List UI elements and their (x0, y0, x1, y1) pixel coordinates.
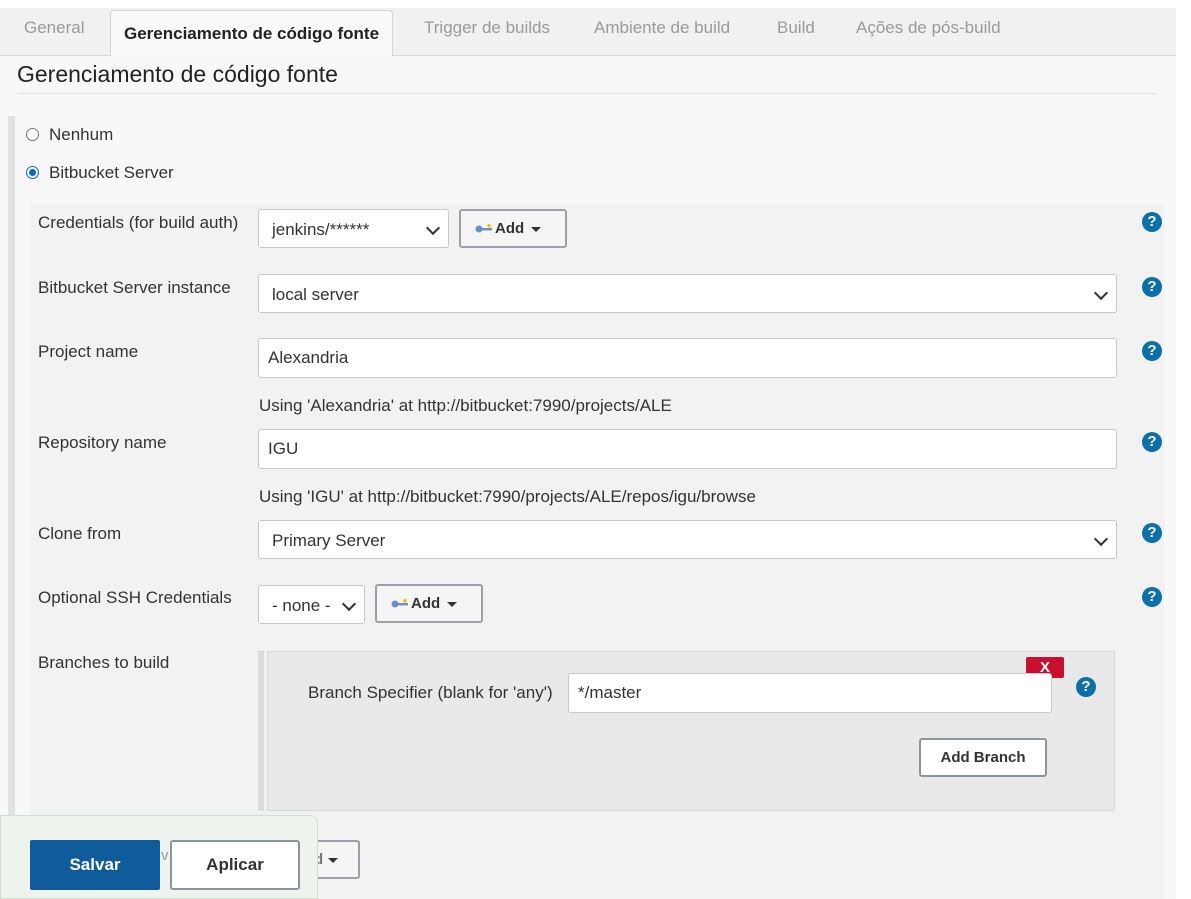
help-icon[interactable]: ? (1142, 587, 1162, 607)
server-instance-select[interactable]: local server (258, 274, 1117, 313)
radio-none-label: Nenhum (49, 125, 114, 144)
tab-build-triggers[interactable]: Trigger de builds (424, 18, 550, 38)
tab-scm[interactable]: Gerenciamento de código fonte (110, 10, 394, 56)
ssh-credentials-add-button[interactable]: Add (375, 584, 483, 623)
radio-none[interactable] (26, 128, 39, 141)
clone-from-label: Clone from (38, 524, 122, 543)
help-icon[interactable]: ? (1142, 432, 1162, 452)
credentials-add-button[interactable]: Add (459, 209, 567, 248)
key-icon (391, 599, 408, 608)
help-icon[interactable]: ? (1142, 341, 1162, 361)
credentials-add-label: Add (495, 220, 525, 237)
caret-down-icon (531, 227, 541, 232)
partial-hidden-label: v (161, 847, 169, 864)
ssh-credentials-label: Optional SSH Credentials (38, 588, 232, 607)
tab-bar: General Gerenciamento de código fonte Tr… (0, 8, 1176, 56)
branch-specifier-label: Branch Specifier (blank for 'any') (308, 683, 553, 702)
radio-bitbucket-label: Bitbucket Server (49, 163, 174, 182)
tab-build-environment[interactable]: Ambiente de build (594, 18, 730, 38)
help-icon[interactable]: ? (1142, 277, 1162, 297)
chevron-down-icon (341, 596, 357, 612)
tab-general[interactable]: General (24, 18, 84, 38)
tab-build[interactable]: Build (777, 18, 815, 38)
ssh-credentials-select[interactable]: - none - (258, 585, 365, 624)
server-instance-value: local server (272, 285, 359, 304)
repository-name-label: Repository name (38, 433, 167, 452)
credentials-select[interactable]: jenkins/****** (258, 209, 449, 248)
branches-label: Branches to build (38, 653, 170, 672)
help-icon[interactable]: ? (1076, 677, 1096, 697)
key-icon (475, 224, 492, 233)
apply-button[interactable]: Aplicar (170, 840, 300, 890)
scm-option-bitbucket[interactable]: Bitbucket Server (26, 163, 174, 183)
repository-hint: Using 'IGU' at http://bitbucket:7990/pro… (259, 487, 756, 506)
top-strip (0, 0, 1191, 8)
chevron-down-icon (1093, 285, 1109, 301)
branch-specifier-input[interactable]: */master (568, 673, 1052, 713)
project-name-input[interactable]: Alexandria (258, 338, 1117, 378)
project-name-label: Project name (38, 342, 139, 361)
project-hint: Using 'Alexandria' at http://bitbucket:7… (259, 396, 672, 415)
credentials-value: jenkins/****** (272, 220, 370, 239)
right-gutter (1176, 0, 1191, 899)
title-divider (17, 93, 1157, 94)
clone-from-value: Primary Server (272, 531, 386, 550)
add-branch-button[interactable]: Add Branch (919, 738, 1047, 777)
ssh-credentials-add-label: Add (411, 595, 441, 612)
section-title: Gerenciamento de código fonte (17, 61, 338, 87)
scm-option-none[interactable]: Nenhum (26, 125, 113, 145)
server-instance-label: Bitbucket Server instance (38, 278, 231, 297)
caret-down-icon (447, 602, 457, 607)
chevron-down-icon (1093, 531, 1109, 547)
branch-left-bar (258, 651, 264, 811)
help-icon[interactable]: ? (1142, 212, 1162, 232)
help-icon[interactable]: ? (1142, 523, 1162, 543)
radio-bitbucket[interactable] (26, 166, 39, 179)
credentials-label: Credentials (for build auth) (38, 213, 239, 232)
chevron-down-icon (425, 220, 441, 236)
repository-name-input[interactable]: IGU (258, 429, 1117, 469)
section-left-bar (8, 116, 15, 899)
caret-down-icon (328, 858, 338, 863)
clone-from-select[interactable]: Primary Server (258, 520, 1117, 559)
ssh-credentials-value: - none - (272, 596, 331, 615)
save-button[interactable]: Salvar (30, 840, 160, 890)
tab-post-build-actions[interactable]: Ações de pós-build (856, 18, 1001, 38)
